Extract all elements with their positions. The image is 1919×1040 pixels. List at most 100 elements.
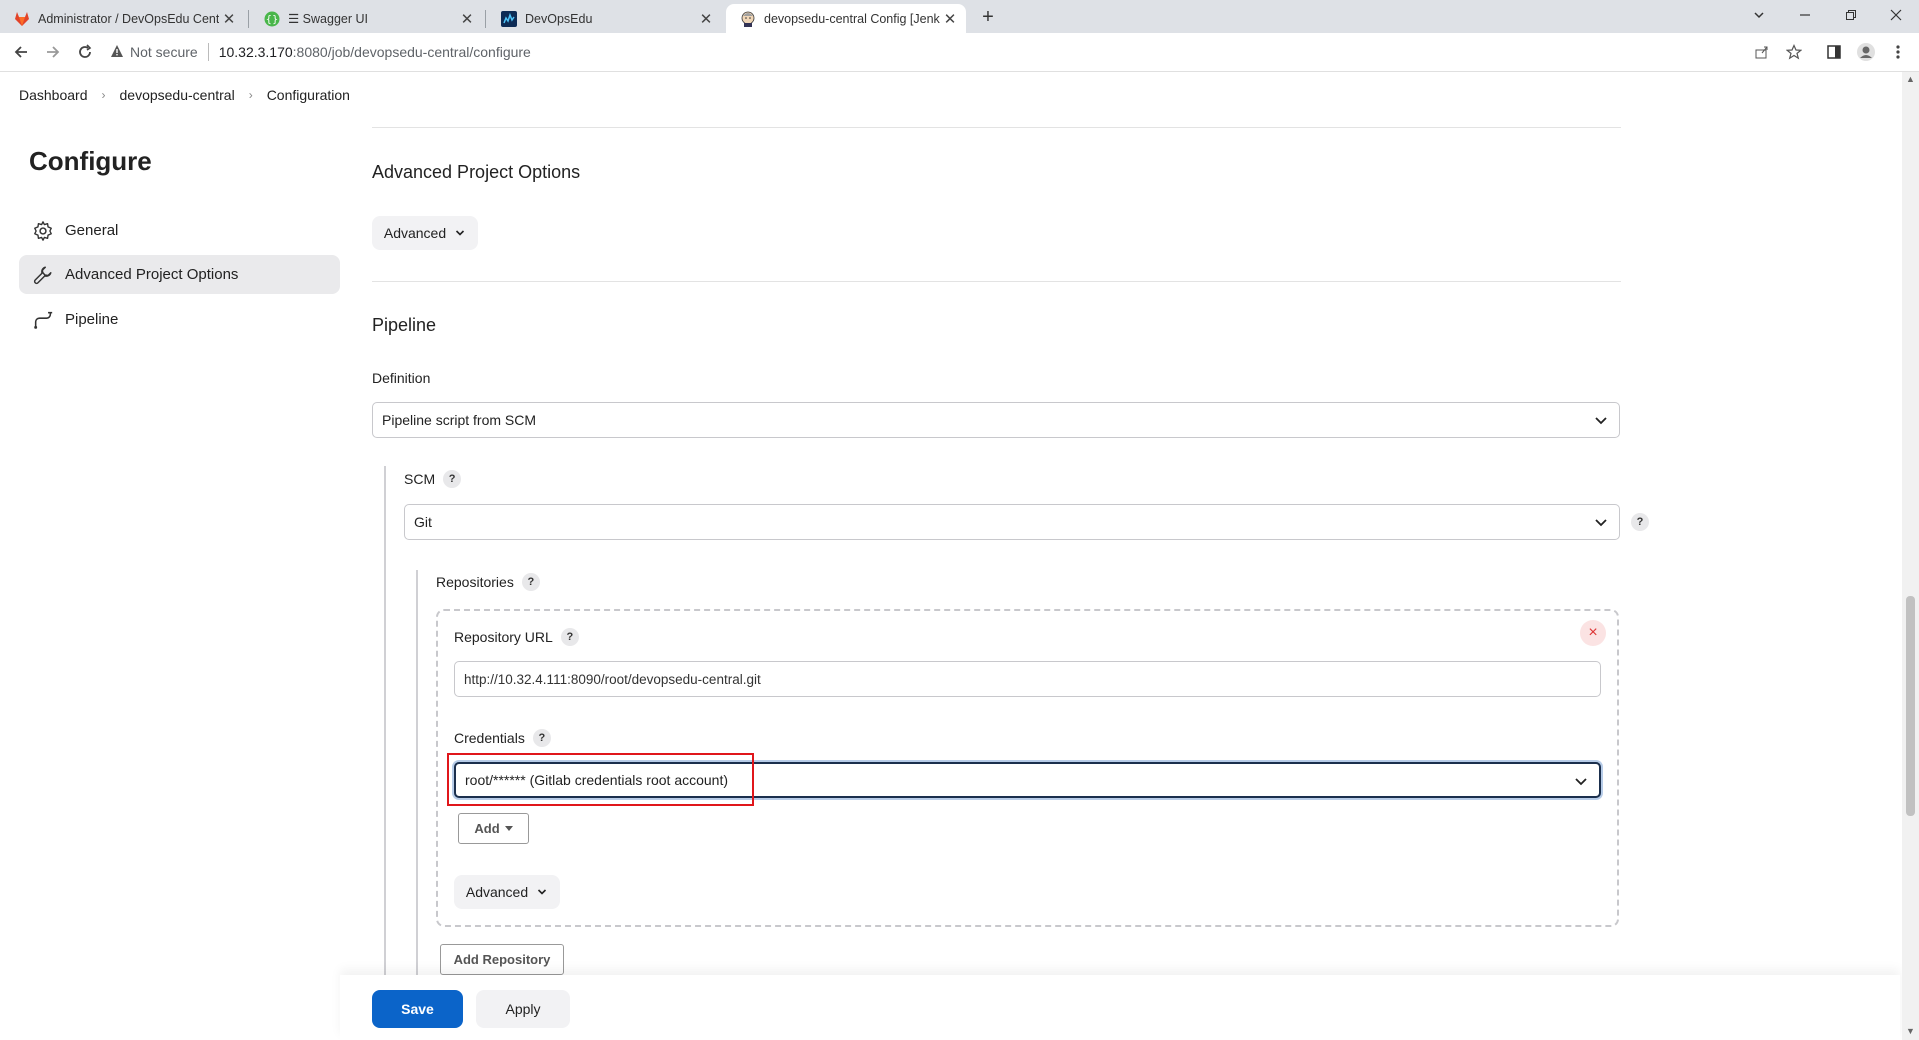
url-divider — [207, 43, 209, 61]
section-divider — [372, 127, 1621, 128]
scroll-up-icon[interactable]: ▲ — [1904, 73, 1917, 86]
browser-tab-swagger[interactable]: {} ☰ Swagger UI ✕ — [250, 4, 483, 33]
url-path: :8080/job/devopsedu-central/configure — [292, 44, 531, 60]
browser-tab-strip: Administrator / DevOpsEdu Central ✕ {} ☰… — [0, 0, 1919, 33]
pipeline-title: Pipeline — [372, 315, 437, 335]
forward-icon[interactable] — [42, 41, 64, 63]
nesting-line — [416, 570, 418, 975]
close-tab-icon[interactable]: ✕ — [940, 10, 960, 28]
browser-menu-icon[interactable] — [1888, 42, 1908, 62]
chevron-down-icon — [538, 889, 547, 895]
svg-text:{}: {} — [266, 14, 279, 25]
apply-button[interactable]: Apply — [476, 990, 570, 1028]
url-omnibox[interactable]: Not secure 10.32.3.170:8080/job/devopsed… — [110, 38, 1770, 66]
scm-label: SCM ? — [404, 470, 462, 488]
chevron-right-icon: › — [248, 87, 253, 102]
page-title: Configure — [29, 146, 152, 176]
save-button[interactable]: Save — [372, 990, 463, 1028]
sidebar-item-label: Advanced Project Options — [65, 266, 239, 283]
repository-advanced-button[interactable]: Advanced — [454, 875, 560, 909]
help-icon[interactable]: ? — [532, 729, 551, 747]
scrollbar-thumb[interactable] — [1906, 596, 1915, 816]
credentials-highlight-box — [447, 753, 754, 806]
tab-separator — [248, 10, 249, 28]
chevron-down-icon — [1595, 417, 1607, 425]
scroll-down-icon[interactable]: ▼ — [1904, 1025, 1917, 1038]
address-bar: Not secure 10.32.3.170:8080/job/devopsed… — [0, 33, 1919, 72]
url-host: 10.32.3.170 — [218, 44, 293, 60]
back-icon[interactable] — [10, 41, 32, 63]
credentials-label-text: Credentials — [454, 730, 525, 746]
breadcrumb-dashboard[interactable]: Dashboard — [19, 87, 88, 103]
repository-url-label-text: Repository URL — [454, 629, 553, 645]
close-window-icon[interactable] — [1873, 0, 1919, 30]
sidebar-item-label: General — [65, 222, 119, 239]
tab-title: devopsedu-central Config [Jenkins] — [764, 11, 940, 26]
help-icon[interactable]: ? — [560, 628, 579, 646]
close-tab-icon[interactable]: ✕ — [457, 10, 477, 28]
new-tab-icon[interactable]: + — [976, 5, 1000, 29]
close-tab-icon[interactable]: ✕ — [696, 10, 716, 28]
gear-icon — [31, 219, 55, 243]
wrench-icon — [31, 263, 55, 287]
section-divider — [372, 281, 1621, 282]
advanced-button-label: Advanced — [465, 884, 529, 900]
help-icon[interactable]: ? — [521, 573, 540, 591]
jenkins-icon — [740, 11, 756, 27]
chevron-down-icon — [1595, 519, 1607, 527]
chevron-down-icon — [456, 230, 465, 236]
bottom-action-bar — [340, 975, 1900, 1040]
advanced-project-options-title: Advanced Project Options — [372, 162, 581, 182]
scm-select[interactable]: Git — [404, 504, 1620, 540]
tab-title: ☰ Swagger UI — [288, 12, 368, 26]
security-label[interactable]: Not secure — [130, 44, 198, 60]
minimize-icon[interactable] — [1782, 0, 1828, 30]
scm-label-text: SCM — [404, 471, 436, 487]
add-repository-label: Add Repository — [453, 952, 551, 967]
pipeline-icon — [31, 308, 55, 332]
add-repository-button[interactable]: Add Repository — [440, 944, 564, 975]
page-scrollbar[interactable] — [1902, 72, 1919, 1040]
caret-down-icon — [504, 825, 513, 831]
warning-icon — [110, 44, 124, 61]
close-tab-icon[interactable]: ✕ — [219, 10, 239, 28]
reload-icon[interactable] — [74, 41, 96, 63]
swagger-icon: {} — [264, 11, 280, 27]
definition-select-value: Pipeline script from SCM — [382, 412, 537, 428]
definition-label-text: Definition — [372, 370, 431, 386]
share-icon[interactable] — [1752, 42, 1772, 62]
tab-search-icon[interactable] — [1736, 0, 1782, 30]
repositories-label-text: Repositories — [436, 574, 514, 590]
repository-url-input[interactable]: http://10.32.4.111:8090/root/devopsedu-c… — [454, 661, 1601, 697]
chevron-down-icon — [1575, 778, 1587, 786]
breadcrumb-job[interactable]: devopsedu-central — [120, 87, 235, 103]
nesting-line — [384, 466, 386, 975]
definition-select[interactable]: Pipeline script from SCM — [372, 402, 1620, 438]
add-credentials-button[interactable]: Add — [458, 813, 529, 844]
scm-select-value: Git — [414, 514, 432, 530]
restore-icon[interactable] — [1828, 0, 1874, 30]
sidebar-item-pipeline[interactable]: Pipeline — [19, 300, 340, 339]
scm-help-icon[interactable]: ? — [1631, 513, 1649, 531]
breadcrumb: Dashboard › devopsedu-central › Configur… — [0, 72, 1900, 117]
credentials-label: Credentials ? — [454, 729, 551, 747]
profile-avatar-icon[interactable] — [1856, 42, 1876, 62]
side-panel-icon[interactable] — [1824, 42, 1844, 62]
browser-tab-devopsedu[interactable]: DevOpsEdu ✕ — [487, 4, 722, 33]
advanced-options-button[interactable]: Advanced — [372, 216, 478, 250]
breadcrumb-configuration[interactable]: Configuration — [267, 87, 350, 103]
definition-label: Definition — [372, 370, 430, 386]
help-icon[interactable]: ? — [443, 470, 462, 488]
browser-tab-gitlab[interactable]: Administrator / DevOpsEdu Central ✕ — [0, 4, 245, 33]
browser-tab-jenkins[interactable]: devopsedu-central Config [Jenkins] ✕ — [726, 4, 966, 33]
tab-separator — [485, 10, 486, 28]
advanced-button-label: Advanced — [383, 225, 447, 241]
repository-url-label: Repository URL ? — [454, 628, 579, 646]
delete-repository-icon[interactable]: × — [1580, 620, 1606, 646]
repositories-label: Repositories ? — [436, 573, 540, 591]
repository-url-value: http://10.32.4.111:8090/root/devopsedu-c… — [464, 671, 761, 687]
sidebar-item-advanced-project-options[interactable]: Advanced Project Options — [19, 255, 340, 294]
bookmark-star-icon[interactable] — [1784, 42, 1804, 62]
sidebar-item-general[interactable]: General — [19, 211, 340, 250]
sidebar-item-label: Pipeline — [65, 311, 119, 328]
